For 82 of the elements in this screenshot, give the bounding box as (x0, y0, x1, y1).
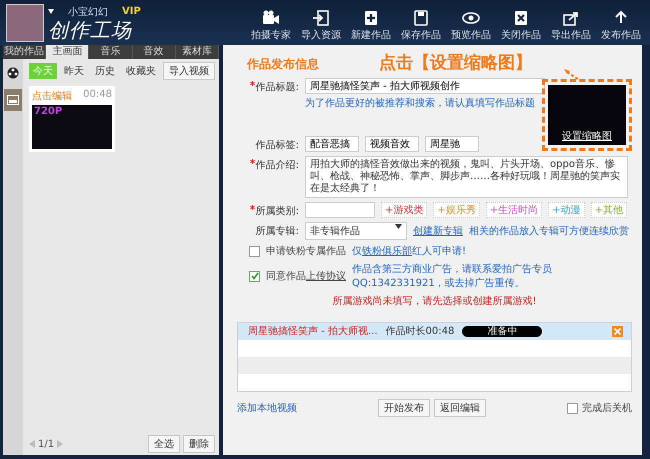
caret-icon (395, 224, 402, 229)
toolbar-button[interactable]: 导出作品 (546, 10, 596, 42)
upload-status: 准备中 (462, 326, 542, 337)
eye-icon (462, 10, 480, 26)
filter-tab[interactable]: 收藏夹 (122, 63, 160, 79)
filter-tab[interactable]: 昨天 (60, 63, 88, 79)
panel-button[interactable]: 删除 (183, 435, 215, 453)
checkbox[interactable] (567, 402, 578, 414)
panel-button[interactable]: 全选 (148, 435, 180, 453)
category-chip[interactable]: +生活时尚 (486, 202, 542, 218)
page-indicator: 1/1 (38, 438, 54, 450)
toolbar-button[interactable]: 拍摄专家 (246, 10, 296, 42)
toolbar-button[interactable]: 预览作品 (446, 10, 496, 42)
footer-button[interactable]: 返回编辑 (434, 399, 486, 417)
import-video-button[interactable]: 导入视频 (163, 62, 215, 80)
close-document-icon (512, 10, 530, 26)
next-page-icon[interactable] (57, 440, 64, 448)
field-label: 作品介绍: (256, 159, 299, 172)
thumbnail-preview[interactable]: 设置缩略图 (548, 85, 626, 145)
checkbox-label: 同意作品上传协议 (266, 270, 346, 283)
category-input[interactable] (305, 202, 375, 218)
upload-row[interactable]: 周星驰搞怪笑声 - 拍大师视... 作品时长00:48 准备中 (238, 323, 631, 340)
app-title: 创作工场 (48, 18, 133, 40)
annotation-text: 点击【设置缩略图】 (379, 52, 532, 74)
field-label: 所属类别: (256, 204, 299, 218)
filter-tab[interactable]: 历史 (91, 63, 119, 79)
album-dropdown[interactable]: 非专辑作品 (305, 222, 407, 240)
upload-name: 周星驰搞怪笑声 - 拍大师视... (248, 325, 378, 338)
set-thumbnail-link[interactable]: 设置缩略图 (562, 129, 612, 143)
ad-note: 作品含第三方商业广告，请联系爱拍广告专员QQ:1342331921，或去掉广告重传。 (352, 262, 553, 290)
form-heading: 作品发布信息 (247, 56, 319, 73)
field-label: 作品标签: (256, 138, 299, 152)
toolbar-button[interactable]: 导入资源 (296, 10, 346, 42)
create-album-link[interactable]: 创建新专辑 (413, 224, 463, 238)
avatar-placeholder (6, 4, 44, 42)
import-icon (312, 10, 330, 26)
image-tab[interactable] (4, 89, 22, 111)
field-label: 所属专辑: (256, 224, 299, 238)
camera-icon (262, 10, 280, 26)
image-icon (7, 95, 19, 105)
caret-icon[interactable] (48, 9, 54, 14)
fan-club-link[interactable]: 铁粉俱乐部 (362, 246, 412, 257)
checkbox-label: 完成后关机 (582, 402, 632, 415)
error-message: 所属游戏尚未填写，请先选择或创建所属游戏! (331, 294, 538, 308)
footer-button[interactable]: 开始发布 (378, 399, 430, 417)
save-icon (412, 10, 430, 26)
album-note: 相关的作品放入专辑可方便连续欣赏 (469, 224, 629, 238)
toolbar-button[interactable]: 关闭作品 (496, 10, 546, 42)
intro-textarea[interactable]: 用拍大师的搞怪音效做出来的视频，鬼叫、片头开场、oppo音乐、惨叫、枪战、神秘恐怖、掌声、脚步声……各种好玩哦！周星驰的笑声实在是太经典了！ (305, 156, 628, 198)
title-input[interactable]: 周星驰搞怪笑声 - 拍大师视频创作 (305, 78, 545, 94)
panel-tab[interactable]: 主画面 (46, 45, 90, 59)
previous-page-icon[interactable] (29, 440, 35, 448)
panel-tab[interactable]: 音乐 (89, 45, 133, 59)
add-local-video-link[interactable]: 添加本地视频 (237, 401, 297, 415)
panel-tab[interactable]: 素材库 (176, 45, 220, 59)
vip-label: VIP (122, 6, 141, 17)
tag-input[interactable]: 视频音效 (365, 136, 419, 152)
checkbox[interactable] (249, 246, 260, 256)
remove-button[interactable] (612, 326, 623, 337)
close-icon (613, 327, 622, 336)
clip-card[interactable]: 点击编辑 00:48 720P (29, 86, 115, 152)
tag-input[interactable]: 配音恶搞 (305, 136, 359, 152)
checkbox[interactable] (249, 270, 260, 282)
title-hint: 为了作品更好的被推荐和搜索，请认真填写作品标题 (305, 96, 536, 110)
user-name[interactable]: 小宝幻幻 (68, 4, 108, 18)
export-icon (562, 10, 580, 26)
category-chip[interactable]: +游戏类 (381, 202, 428, 218)
plus-document-icon (362, 10, 380, 26)
agreement-link[interactable]: 上传协议 (306, 271, 346, 282)
tag-input[interactable]: 周星驰 (425, 136, 479, 152)
checkbox-label: 申请铁粉专属作品 (266, 244, 346, 258)
toolbar-button[interactable]: 发布作品 (596, 10, 646, 42)
film-reel-icon[interactable] (7, 67, 19, 79)
fan-note: 仅铁粉俱乐部红人可申请! (352, 244, 466, 258)
quality-label: 720P (34, 106, 62, 117)
panel-tab[interactable]: 我的作品 (3, 45, 46, 59)
toolbar-button[interactable]: 新建作品 (346, 10, 396, 42)
clip-duration: 00:48 (83, 89, 112, 102)
panel-tab[interactable]: 音效 (132, 45, 176, 59)
toolbar-button[interactable]: 保存作品 (396, 10, 446, 42)
field-label: 作品标题: (256, 80, 299, 94)
upload-duration: 作品时长00:48 (386, 325, 454, 338)
